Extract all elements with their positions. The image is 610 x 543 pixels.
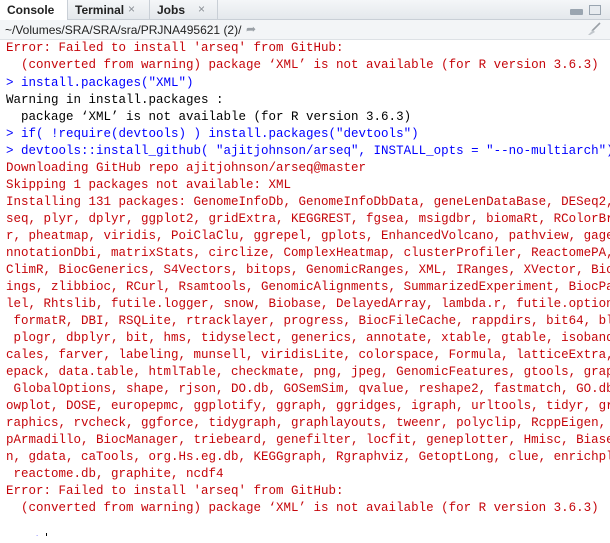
console-wrapped-line: raphics, rvcheck, ggforce, tidygraph, gr… [6, 416, 610, 430]
console-wrapped-line: formatR, DBI, RSQLite, rtracklayer, prog… [6, 314, 610, 328]
console-wrapped-line: pArmadillo, BiocManager, triebeard, gene… [6, 433, 610, 447]
clear-console-icon[interactable] [586, 22, 602, 39]
console-line: > install.packages("XML") [6, 76, 194, 90]
console-line: Downloading GitHub repo ajitjohnson/arse… [6, 161, 367, 175]
console-wrapped-line: GlobalOptions, shape, rjson, DO.db, GOSe… [6, 382, 610, 396]
console-tab-bar: Console Terminal × Jobs × [0, 0, 610, 20]
tab-jobs-label: Jobs [157, 3, 186, 17]
console-output[interactable]: Error: Failed to install 'arseq' from Gi… [0, 40, 610, 543]
console-wrapped-line: epack, data.table, htmlTable, checkmate,… [6, 365, 610, 379]
console-wrapped-line: Installing 131 packages: GenomeInfoDb, G… [6, 195, 610, 209]
console-wrapped-line: cales, farver, labeling, munsell, viridi… [6, 348, 610, 362]
text-cursor [45, 533, 47, 536]
maximize-icon[interactable] [589, 5, 601, 15]
working-directory-bar: ~/Volumes/SRA/SRA/sra/PRJNA495621 (2)/ ➦ [0, 20, 610, 40]
tab-console[interactable]: Console [0, 0, 68, 20]
console-line: Error: Failed to install 'arseq' from Gi… [6, 41, 344, 55]
console-line: package ‘XML’ is not available (for R ve… [6, 110, 412, 124]
console-line: (converted from warning) package ‘XML’ i… [6, 58, 599, 72]
working-directory-path: ~/Volumes/SRA/SRA/sra/PRJNA495621 (2)/ [5, 23, 242, 37]
tab-console-label: Console [7, 3, 55, 17]
console-wrapped-line: ings, zlibbioc, RCurl, Rsamtools, Genomi… [6, 280, 610, 294]
console-line: Skipping 1 packages not available: XML [6, 178, 292, 192]
console-wrapped-line: lel, Rhtslib, futile.logger, snow, Bioba… [6, 297, 610, 311]
console-wrapped-line: seq, plyr, dplyr, ggplot2, gridExtra, KE… [6, 212, 610, 226]
console-line: Warning in install.packages : [6, 93, 224, 107]
console-line: > devtools::install_github( "ajitjohnson… [6, 144, 610, 158]
console-wrapped-line: plogr, dbplyr, bit, hms, tidyselect, gen… [6, 331, 610, 345]
console-wrapped-line: r, pheatmap, viridis, PoiClaClu, ggrepel… [6, 229, 610, 243]
close-jobs-icon[interactable]: × [198, 2, 205, 16]
go-to-directory-icon[interactable]: ➦ [246, 22, 256, 36]
console-wrapped-line: n, gdata, caTools, org.Hs.eg.db, KEGGgra… [6, 450, 610, 464]
console-wrapped-line: ClimR, BiocGenerics, S4Vectors, bitops, … [6, 263, 610, 277]
minimize-icon[interactable] [570, 9, 583, 15]
console-line: > if( !require(devtools) ) install.packa… [6, 127, 419, 141]
tab-jobs[interactable]: Jobs × [150, 0, 218, 20]
console-wrapped-line: reactome.db, graphite, ncdf4 [6, 467, 224, 481]
console-wrapped-line: nnotationDbi, matrixStats, circlize, Com… [6, 246, 610, 260]
tab-terminal-label: Terminal [75, 3, 125, 17]
console-line: Error: Failed to install 'arseq' from Gi… [6, 484, 344, 498]
console-wrapped-line: owplot, DOSE, europepmc, ggplotify, ggra… [6, 399, 610, 413]
tab-terminal[interactable]: Terminal × [68, 0, 150, 20]
console-prompt[interactable]: > [6, 519, 610, 536]
close-terminal-icon[interactable]: × [128, 2, 135, 16]
prompt-symbol: > [36, 533, 44, 536]
console-line: (converted from warning) package ‘XML’ i… [6, 501, 599, 515]
